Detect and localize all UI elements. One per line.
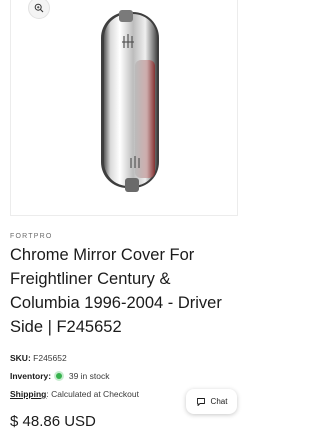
product-title: Chrome Mirror Cover For Freightliner Cen… xyxy=(10,246,222,336)
inventory-row: Inventory: 39 in stock xyxy=(10,371,109,381)
in-stock-indicator-icon xyxy=(56,372,63,379)
chat-bubble-icon xyxy=(196,397,205,406)
sku-value: F245652 xyxy=(33,353,67,363)
chat-label: Chat xyxy=(210,397,228,406)
zoom-icon xyxy=(34,3,44,13)
inventory-value: 39 in stock xyxy=(68,371,110,381)
shipping-row: Shipping: Calculated at Checkout xyxy=(10,389,139,399)
zoom-button[interactable] xyxy=(28,0,50,19)
shipping-link[interactable]: Shipping xyxy=(10,389,46,399)
sku-row: SKU: F245652 xyxy=(10,353,67,363)
product-media[interactable] xyxy=(10,0,238,216)
shipping-value: : Calculated at Checkout xyxy=(46,389,139,399)
chat-button[interactable]: Chat xyxy=(186,389,237,414)
product-price: $ 48.86 USD xyxy=(10,413,96,430)
product-image[interactable] xyxy=(91,6,173,194)
inventory-label: Inventory: xyxy=(10,371,52,381)
product-vendor: FORTPRO xyxy=(10,233,53,240)
sku-label: SKU: xyxy=(10,353,31,363)
